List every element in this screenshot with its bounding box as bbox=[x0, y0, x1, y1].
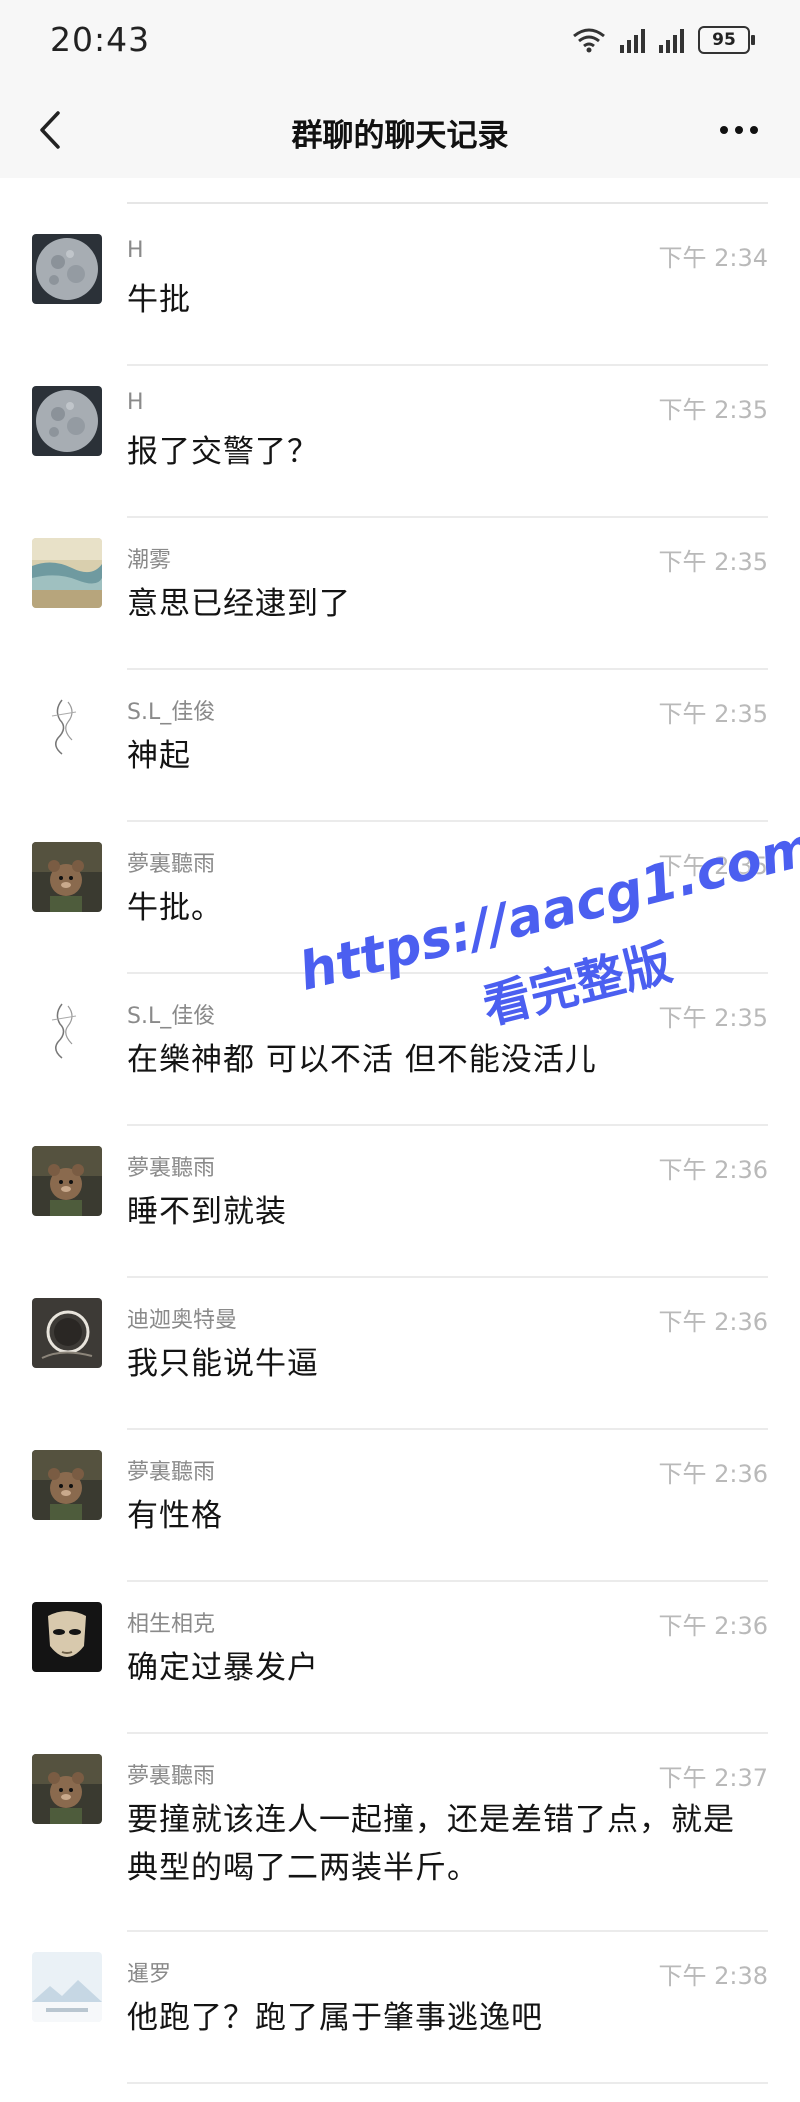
message-text: 牛批。 bbox=[127, 890, 223, 926]
message-item[interactable]: 迪迦奥特曼 下午 2:36 我只能说牛逼 bbox=[0, 1298, 800, 1448]
sender-name: H bbox=[127, 390, 144, 415]
sender-name: 夢裏聽雨 bbox=[127, 1764, 216, 1789]
message-item[interactable]: H 下午 2:35 报了交警了？ bbox=[0, 386, 800, 536]
signal-icon bbox=[659, 27, 684, 53]
message-item[interactable]: 夢裏聽雨 下午 2:35 牛批。 bbox=[0, 842, 800, 992]
message-item[interactable]: 夢裏聽雨 下午 2:36 有性格 bbox=[0, 1450, 800, 1600]
divider bbox=[127, 1124, 768, 1126]
message-text: 睡不到就装 bbox=[127, 1194, 287, 1230]
message-item[interactable]: 夢裏聽雨 下午 2:37 要撞就该连人一起撞，还是差错了点，就是典型的喝了二两装半斤… bbox=[0, 1754, 800, 1950]
more-dot-icon bbox=[750, 126, 758, 134]
message-text: 确定过暴发户 bbox=[127, 1650, 319, 1686]
message-time: 下午 2:36 bbox=[658, 1156, 768, 1184]
more-dot-icon bbox=[735, 126, 743, 134]
page-title: 群聊的聊天记录 bbox=[291, 118, 509, 154]
message-item[interactable]: H 下午 2:34 牛批 bbox=[0, 234, 800, 384]
message-text: 意思已经逮到了 bbox=[127, 586, 351, 622]
sender-name: 夢裏聽雨 bbox=[127, 1460, 216, 1485]
message-item[interactable]: 潮雾 下午 2:35 意思已经逮到了 bbox=[0, 538, 800, 688]
sender-name: 相生相克 bbox=[127, 1612, 216, 1637]
message-time: 下午 2:35 bbox=[658, 700, 768, 728]
message-text: 报了交警了？ bbox=[127, 434, 319, 470]
status-bar: 20:43 95 bbox=[0, 0, 800, 82]
message-time: 下午 2:35 bbox=[658, 396, 768, 424]
divider bbox=[127, 364, 768, 366]
message-time: 下午 2:37 bbox=[658, 1764, 768, 1792]
status-time: 20:43 bbox=[50, 20, 151, 59]
signal-icon bbox=[620, 27, 645, 53]
divider bbox=[127, 1732, 768, 1734]
sender-name: 迪迦奥特曼 bbox=[127, 1308, 238, 1333]
avatar[interactable] bbox=[32, 234, 102, 304]
more-options-button[interactable] bbox=[704, 98, 774, 162]
avatar[interactable] bbox=[32, 1754, 102, 1824]
sender-name: 潮雾 bbox=[127, 548, 172, 573]
wifi-icon bbox=[573, 28, 605, 53]
divider bbox=[127, 202, 768, 204]
message-text: 神起 bbox=[127, 738, 191, 774]
avatar[interactable] bbox=[32, 1450, 102, 1520]
battery-icon: 95 bbox=[698, 26, 755, 54]
avatar[interactable] bbox=[32, 1952, 102, 2022]
message-item[interactable]: S.L_佳俊 下午 2:35 神起 bbox=[0, 690, 800, 840]
message-text: 我只能说牛逼 bbox=[127, 1346, 319, 1382]
divider bbox=[127, 820, 768, 822]
message-time: 下午 2:35 bbox=[658, 1004, 768, 1032]
avatar[interactable] bbox=[32, 994, 102, 1064]
divider bbox=[127, 516, 768, 518]
divider bbox=[127, 1276, 768, 1278]
message-text: 要撞就该连人一起撞，还是差错了点，就是典型的喝了二两装半斤。 bbox=[127, 1802, 735, 1886]
divider bbox=[127, 1428, 768, 1430]
sender-name: H bbox=[127, 238, 144, 263]
nav-bar: 群聊的聊天记录 bbox=[0, 82, 800, 178]
message-item[interactable]: S.L_佳俊 下午 2:35 在樂神都 可以不活 但不能没活儿 bbox=[0, 994, 800, 1144]
message-item[interactable]: 相生相克 下午 2:36 确定过暴发户 bbox=[0, 1602, 800, 1752]
message-time: 下午 2:36 bbox=[658, 1308, 768, 1336]
avatar[interactable] bbox=[32, 386, 102, 456]
avatar[interactable] bbox=[32, 538, 102, 608]
message-time: 下午 2:34 bbox=[658, 244, 768, 272]
message-time: 下午 2:36 bbox=[658, 1612, 768, 1640]
sender-name: S.L_佳俊 bbox=[127, 1004, 216, 1029]
message-text: 在樂神都 可以不活 但不能没活儿 bbox=[127, 1042, 597, 1078]
divider bbox=[127, 2082, 768, 2084]
message-text: 他跑了？跑了属于肇事逃逸吧 bbox=[127, 2000, 543, 2036]
status-icons: 95 bbox=[572, 22, 755, 58]
sender-name: 夢裏聽雨 bbox=[127, 852, 216, 877]
message-text: 牛批 bbox=[127, 282, 191, 318]
avatar[interactable] bbox=[32, 842, 102, 912]
message-time: 下午 2:35 bbox=[658, 852, 768, 880]
sender-name: 夢裏聽雨 bbox=[127, 1156, 216, 1181]
message-item[interactable]: 暹罗 下午 2:38 他跑了？跑了属于肇事逃逸吧 bbox=[0, 1952, 800, 2102]
avatar[interactable] bbox=[32, 690, 102, 760]
divider bbox=[127, 1930, 768, 1932]
divider bbox=[127, 1580, 768, 1582]
battery-level: 95 bbox=[712, 30, 736, 50]
message-time: 下午 2:38 bbox=[658, 1962, 768, 1990]
message-item[interactable]: 夢裏聽雨 下午 2:36 睡不到就装 bbox=[0, 1146, 800, 1296]
avatar[interactable] bbox=[32, 1146, 102, 1216]
more-dot-icon bbox=[720, 126, 728, 134]
message-text: 有性格 bbox=[127, 1498, 223, 1534]
message-time: 下午 2:35 bbox=[658, 548, 768, 576]
divider bbox=[127, 668, 768, 670]
avatar[interactable] bbox=[32, 1298, 102, 1368]
message-time: 下午 2:36 bbox=[658, 1460, 768, 1488]
avatar[interactable] bbox=[32, 1602, 102, 1672]
sender-name: 暹罗 bbox=[127, 1962, 172, 1987]
sender-name: S.L_佳俊 bbox=[127, 700, 216, 725]
divider bbox=[127, 972, 768, 974]
